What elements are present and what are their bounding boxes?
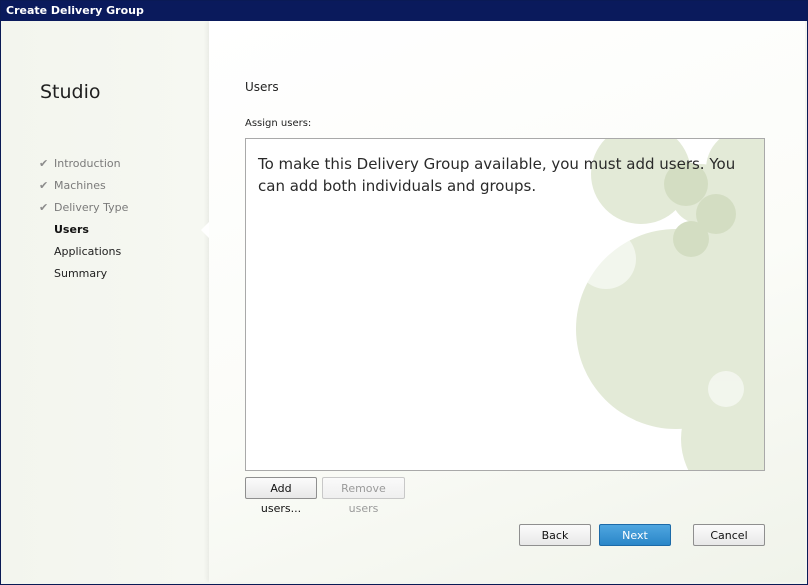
window-title: Create Delivery Group (1, 1, 807, 21)
step-label: Introduction (54, 157, 121, 170)
step-users: Users (39, 222, 128, 244)
step-summary: Summary (39, 266, 128, 288)
dialog-client-area: Studio ✔ Introduction ✔ Machines ✔ Deliv… (3, 21, 805, 582)
wizard-main-panel: Users Assign users: To make this Deliver… (209, 21, 805, 582)
empty-users-message: To make this Delivery Group available, y… (258, 155, 736, 195)
step-label: Applications (54, 245, 122, 258)
step-introduction: ✔ Introduction (39, 156, 128, 178)
checkmark-icon: ✔ (39, 201, 49, 214)
step-label: Delivery Type (54, 201, 129, 214)
step-machines: ✔ Machines (39, 178, 128, 200)
checkmark-icon: ✔ (39, 179, 49, 192)
remove-users-button: Remove users (322, 477, 405, 515)
add-users-button[interactable]: Add users... (245, 477, 317, 515)
step-applications: Applications (39, 244, 128, 266)
step-label: Users (54, 223, 89, 236)
cancel-button[interactable]: Cancel (693, 524, 765, 546)
assigned-users-list[interactable]: To make this Delivery Group available, y… (245, 138, 765, 471)
page-title: Users (245, 80, 279, 94)
step-label: Machines (54, 179, 106, 192)
back-button[interactable]: Back (519, 524, 591, 546)
step-label: Summary (54, 267, 108, 280)
wizard-steps: ✔ Introduction ✔ Machines ✔ Delivery Typ… (39, 156, 128, 288)
next-button[interactable]: Next (599, 524, 671, 546)
create-delivery-group-dialog: Create Delivery Group Studio ✔ Introduct… (0, 0, 808, 585)
wizard-sidebar: Studio ✔ Introduction ✔ Machines ✔ Deliv… (3, 21, 209, 582)
studio-title: Studio (40, 81, 101, 103)
current-step-pointer (201, 222, 209, 238)
step-delivery-type: ✔ Delivery Type (39, 200, 128, 222)
checkmark-icon: ✔ (39, 157, 49, 170)
assign-users-label: Assign users: (245, 118, 312, 129)
